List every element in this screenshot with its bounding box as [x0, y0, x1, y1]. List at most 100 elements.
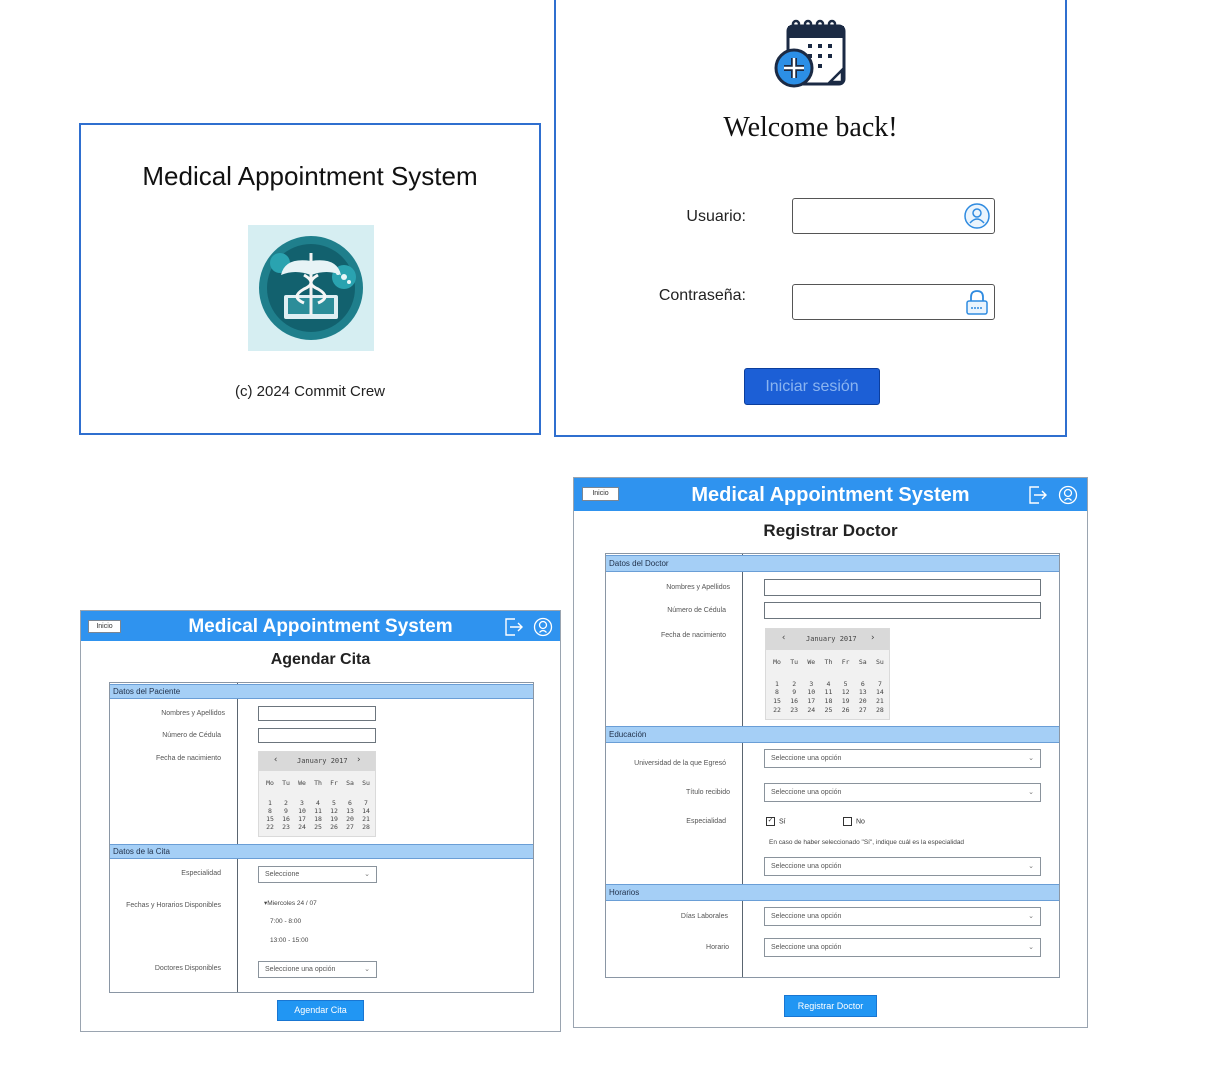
specialty-select[interactable]: Seleccione ⌄: [258, 866, 377, 883]
calendar-week[interactable]: 8 9 10 11 12 13 14: [770, 688, 887, 696]
specialty-label: Especialidad: [181, 870, 221, 877]
specialty-select-value: Seleccione: [265, 871, 300, 878]
id-number-label: Número de Cédula: [667, 607, 726, 614]
calendar-weekdays: Mo Tu We Th Fr Sa Su: [266, 779, 370, 787]
section-education: Educación: [606, 726, 1059, 743]
agendar-cita-screen: Inicio Medical Appointment System Agenda…: [80, 610, 561, 1032]
header-title: Medical Appointment System: [188, 616, 453, 637]
page-title: Registrar Doctor: [763, 521, 898, 540]
page-title: Agendar Cita: [270, 651, 371, 668]
section-schedule: Horarios: [606, 884, 1059, 901]
app-logo: [248, 225, 374, 351]
degree-select-value: Seleccione una opción: [771, 789, 842, 796]
yes-label: Sí: [779, 818, 786, 826]
section-appointment-data: Datos de la Cita: [110, 844, 533, 859]
chevron-down-icon: ⌄: [1028, 913, 1034, 920]
work-days-label: Días Laborales: [680, 913, 728, 920]
calendar-week[interactable]: 8 9 10 11 12 13 14: [263, 807, 373, 815]
calendar-week[interactable]: 15 16 17 18 19 20 21: [263, 815, 373, 823]
column-divider: [237, 683, 238, 992]
logout-icon[interactable]: [504, 617, 524, 637]
chevron-down-icon: ⌄: [1028, 863, 1034, 870]
chevron-down-icon: ⌄: [1028, 755, 1034, 762]
schedule-select[interactable]: Seleccione una opción ⌄: [764, 938, 1041, 957]
register-doctor-button[interactable]: Registrar Doctor: [784, 995, 877, 1017]
next-month-icon[interactable]: ›: [870, 633, 875, 643]
available-dates-label: Fechas y Horarios Disponibles: [126, 902, 221, 909]
prev-month-icon[interactable]: ‹: [273, 755, 278, 765]
specialty-label: Especialidad: [686, 818, 726, 825]
login-screen: Welcome back! Usuario: Contraseña: Inici…: [554, 0, 1067, 437]
birth-date-calendar[interactable]: ‹ January 2017 › Mo Tu We Th Fr Sa Su 1234567 …: [765, 628, 890, 720]
specialty-note: En caso de haber seleccionado "Sí", indi…: [769, 839, 965, 846]
user-icon[interactable]: [1058, 485, 1078, 505]
birth-date-label: Fecha de nacimiento: [661, 632, 726, 639]
specialty-select[interactable]: Seleccione una opción ⌄: [764, 857, 1041, 876]
username-label: Usuario:: [686, 208, 746, 225]
calendar-week[interactable]: 1234567: [263, 799, 373, 807]
work-days-select[interactable]: Seleccione una opción ⌄: [764, 907, 1041, 926]
id-number-input[interactable]: [764, 602, 1041, 619]
calendar-header: ‹ January 2017 ›: [766, 629, 889, 650]
name-label: Nombres y Apellidos: [161, 710, 225, 717]
specialty-yes-checkbox[interactable]: ✓ Sí: [766, 817, 786, 826]
header-title: Medical Appointment System: [691, 484, 970, 506]
calendar-header: ‹ January 2017 ›: [259, 752, 375, 771]
next-month-icon[interactable]: ›: [356, 755, 361, 765]
prev-month-icon[interactable]: ‹: [781, 633, 786, 643]
name-input[interactable]: [258, 706, 376, 721]
chevron-down-icon: ⌄: [364, 966, 370, 973]
checkbox-checked-icon: ✓: [766, 817, 775, 826]
time-slot[interactable]: 7:00 - 8:00: [270, 918, 301, 925]
name-label: Nombres y Apellidos: [666, 584, 730, 591]
specialty-no-checkbox[interactable]: No: [843, 817, 865, 826]
password-input[interactable]: [792, 284, 995, 320]
specialty-select-value: Seleccione una opción: [771, 863, 842, 870]
id-number-input[interactable]: [258, 728, 376, 743]
welcome-heading: Welcome back!: [723, 112, 898, 143]
chevron-down-icon: ⌄: [1028, 944, 1034, 951]
schedule-label: Horario: [706, 944, 729, 951]
doctor-form: Datos del Doctor Nombres y Apellidos Núm…: [605, 553, 1060, 978]
university-select-value: Seleccione una opción: [771, 755, 842, 762]
id-number-label: Número de Cédula: [162, 732, 221, 739]
calendar-week[interactable]: 15 16 17 18 19 20 21: [770, 697, 887, 705]
doctors-select[interactable]: Seleccione una opción ⌄: [258, 961, 377, 978]
no-label: No: [856, 818, 865, 826]
date-group-toggle[interactable]: ▾Miercoles 24 / 07: [264, 899, 317, 907]
password-label: Contraseña:: [658, 287, 746, 304]
name-input[interactable]: [764, 579, 1041, 596]
degree-select[interactable]: Seleccione una opción ⌄: [764, 783, 1041, 802]
splash-screen: Medical Appointment System (c) 2024 Comm…: [79, 123, 541, 435]
schedule-appointment-button[interactable]: Agendar Cita: [277, 1000, 364, 1021]
calendar-plus-icon: [774, 19, 846, 88]
work-days-select-value: Seleccione una opción: [771, 913, 842, 920]
copyright-text: (c) 2024 Commit Crew: [234, 383, 386, 400]
splash-title: Medical Appointment System: [142, 161, 478, 191]
doctors-label: Doctores Disponibles: [154, 965, 221, 972]
section-patient-data: Datos del Paciente: [110, 684, 533, 699]
username-input[interactable]: [792, 198, 995, 234]
date-group-label: Miercoles 24 / 07: [267, 900, 317, 907]
registrar-doctor-screen: Inicio Medical Appointment System Regist…: [573, 477, 1088, 1028]
university-label: Universidad de la que Egresó: [634, 760, 726, 767]
checkbox-unchecked-icon: [843, 817, 852, 826]
time-slot[interactable]: 13:00 - 15:00: [270, 937, 308, 944]
login-button[interactable]: Iniciar sesión: [744, 368, 880, 405]
section-doctor-data: Datos del Doctor: [606, 555, 1059, 572]
lock-icon: [966, 290, 988, 315]
university-select[interactable]: Seleccione una opción ⌄: [764, 749, 1041, 768]
calendar-week[interactable]: 1234567: [770, 680, 887, 688]
column-divider: [742, 554, 743, 977]
user-icon[interactable]: [533, 617, 553, 637]
logout-icon[interactable]: [1028, 485, 1048, 505]
calendar-week[interactable]: 22 23 24 25 26 27 28: [770, 706, 887, 714]
calendar-month: January 2017: [297, 757, 348, 765]
birth-date-calendar[interactable]: ‹ January 2017 › Mo Tu We Th Fr Sa Su 1234567 …: [258, 751, 376, 837]
schedule-select-value: Seleccione una opción: [771, 944, 842, 951]
appointment-form: Datos del Paciente Nombres y Apellidos N…: [109, 682, 534, 993]
calendar-week[interactable]: 22 23 24 25 26 27 28: [263, 823, 373, 831]
user-icon: [964, 203, 990, 229]
chevron-down-icon: ⌄: [364, 871, 370, 878]
chevron-down-icon: ⌄: [1028, 789, 1034, 796]
